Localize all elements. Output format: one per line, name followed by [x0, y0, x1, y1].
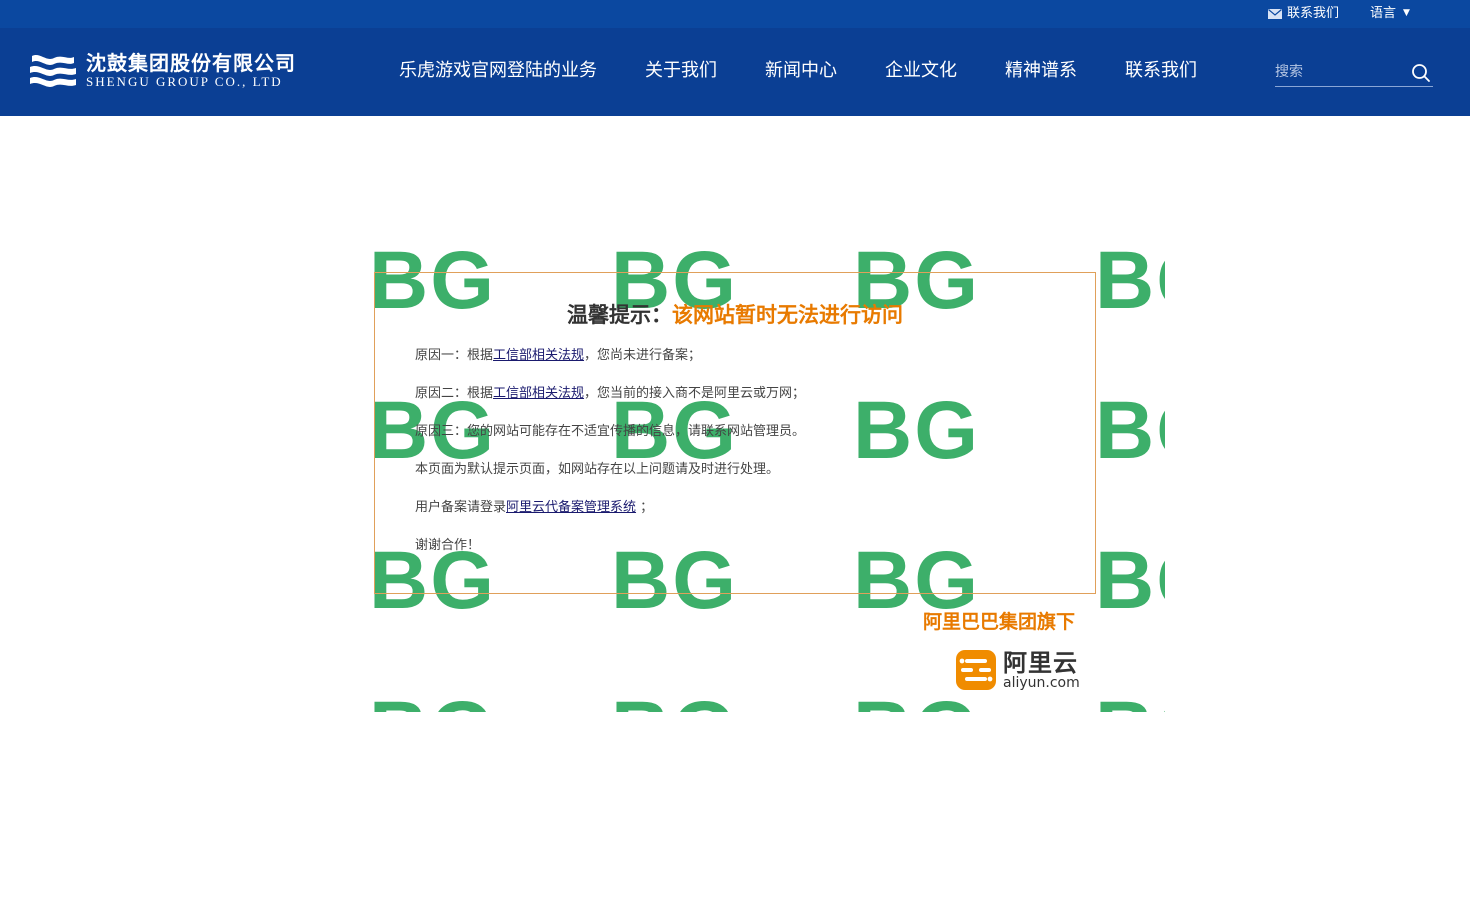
notice-title-prefix: 温馨提示： [567, 303, 672, 327]
nav-item-about[interactable]: 关于我们 [645, 59, 717, 83]
aliyun-logo-cn: 阿里云 [1003, 649, 1078, 677]
reason-two-text: 原因二：根据 [415, 386, 494, 401]
logo-name-cn: 沈鼓集团股份有限公司 [86, 51, 296, 75]
aliyun-logo-text: 阿里云 aliyun.com [1003, 650, 1080, 690]
regulation-link[interactable]: 工信部相关法规 [493, 386, 584, 401]
notice-box: 温馨提示：该网站暂时无法进行访问 原因一：根据工信部相关法规，您尚未进行备案； … [374, 272, 1096, 594]
nav-item-culture[interactable]: 企业文化 [885, 59, 957, 83]
reason-three: 原因三：您的网站可能存在不适宜传播的信息，请联系网站管理员。 [415, 424, 806, 439]
nav-item-business[interactable]: 乐虎游戏官网登陆的业务 [399, 59, 597, 83]
aliyun-logo[interactable]: 阿里云 aliyun.com [956, 650, 1080, 690]
default-page-note: 本页面为默认提示页面，如网站存在以上问题请及时进行处理。 [415, 462, 780, 477]
search-input[interactable] [1275, 60, 1405, 84]
regulation-link[interactable]: 工信部相关法规 [493, 348, 584, 363]
search-icon[interactable] [1411, 63, 1431, 83]
thanks-text: 谢谢合作！ [415, 538, 481, 553]
nav-item-contact[interactable]: 联系我们 [1125, 59, 1197, 83]
reason-one-tail: ，您尚未进行备案； [584, 348, 702, 363]
top-bar: 联系我们 语言 ▼ [0, 0, 1470, 28]
notice-title: 温馨提示：该网站暂时无法进行访问 [375, 300, 1095, 330]
caret-down-icon: ▼ [1403, 8, 1410, 18]
watermark-text: BG [853, 690, 980, 713]
filing-system-link[interactable]: 阿里云代备案管理系统 [506, 500, 636, 515]
watermark-text: BG [1095, 385, 1165, 476]
wave-logo-icon [30, 55, 76, 87]
alibaba-group-tagline: 阿里巴巴集团旗下 [923, 611, 1076, 633]
logo-name-en: SHENGU GROUP CO., LTD [86, 74, 283, 89]
reason-one: 原因一：根据工信部相关法规，您尚未进行备案； [415, 347, 701, 365]
top-contact-link[interactable]: 联系我们 [1268, 5, 1339, 23]
language-label: 语言 [1370, 6, 1397, 21]
site-logo[interactable]: 沈鼓集团股份有限公司 SHENGU GROUP CO., LTD [28, 51, 296, 92]
aliyun-cloud-icon [956, 650, 996, 690]
search-box [1275, 60, 1433, 87]
mail-icon [1268, 9, 1282, 19]
language-dropdown[interactable]: 语言 ▼ [1370, 5, 1410, 23]
filing-login-text: 用户备案请登录 [415, 500, 507, 515]
reason-two: 原因二：根据工信部相关法规，您当前的接入商不是阿里云或万网； [415, 385, 805, 403]
nav-item-spirit[interactable]: 精神谱系 [1005, 59, 1077, 83]
site-header: 沈鼓集团股份有限公司 SHENGU GROUP CO., LTD 乐虎游戏官网登… [0, 28, 1470, 116]
filing-login-tail: ； [636, 500, 654, 515]
reason-two-tail: ，您当前的接入商不是阿里云或万网； [584, 386, 806, 401]
logo-text: 沈鼓集团股份有限公司 SHENGU GROUP CO., LTD [86, 51, 296, 89]
watermark-text: BG [369, 690, 496, 713]
nav-item-news[interactable]: 新闻中心 [765, 59, 837, 83]
watermark-text: BG [1095, 535, 1165, 626]
watermark-text: BG [611, 690, 738, 713]
aliyun-logo-en: aliyun.com [1003, 675, 1080, 691]
filing-login-note: 用户备案请登录阿里云代备案管理系统 ； [415, 499, 653, 517]
notice-title-highlight: 该网站暂时无法进行访问 [672, 303, 903, 327]
watermark-text: BG [1095, 690, 1165, 713]
main-nav: 乐虎游戏官网登陆的业务 关于我们 新闻中心 企业文化 精神谱系 联系我们 [399, 59, 1245, 83]
watermark-text: BG [1095, 240, 1165, 326]
top-contact-label: 联系我们 [1287, 6, 1340, 21]
reason-one-text: 原因一：根据 [415, 348, 494, 363]
